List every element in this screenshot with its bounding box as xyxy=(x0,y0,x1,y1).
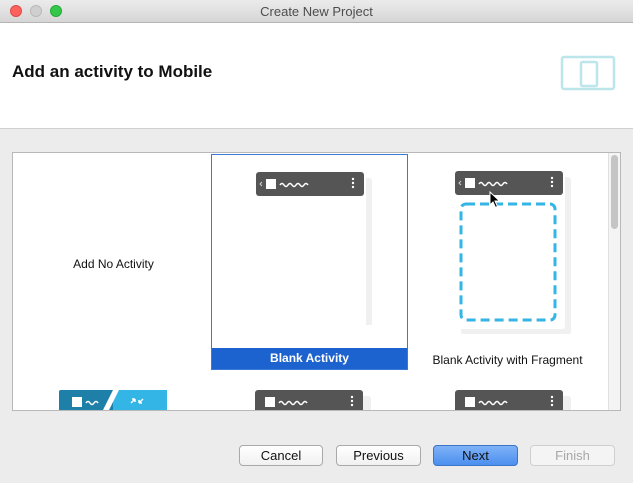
template-label: Add No Activity xyxy=(73,257,154,271)
previous-button[interactable]: Previous xyxy=(336,445,421,466)
window-title: Create New Project xyxy=(260,4,373,19)
title-bar: Create New Project xyxy=(0,0,633,23)
template-row2-col1[interactable] xyxy=(15,371,212,410)
template-label: Blank Activity xyxy=(212,348,407,369)
template-blank-activity-with-fragment[interactable]: Blank Activity with Fragment xyxy=(409,154,606,370)
page-title: Add an activity to Mobile xyxy=(12,62,213,81)
finish-button[interactable]: Finish xyxy=(530,445,615,466)
mouse-pointer-icon xyxy=(489,191,501,209)
row2-col3-preview xyxy=(455,390,571,410)
template-row2-col3[interactable] xyxy=(409,371,606,410)
template-label: Blank Activity with Fragment xyxy=(432,353,583,367)
phone-tablet-icon xyxy=(560,55,616,91)
activity-gallery: Add No Activity Blank Activity Blank Act… xyxy=(12,152,621,411)
scrollbar-thumb[interactable] xyxy=(611,155,618,229)
template-add-no-activity[interactable]: Add No Activity xyxy=(15,154,212,370)
create-project-window: Create New Project Add an activity to Mo… xyxy=(0,0,633,483)
next-button[interactable]: Next xyxy=(433,445,518,466)
cancel-button[interactable]: Cancel xyxy=(239,445,323,466)
template-blank-activity[interactable]: Blank Activity xyxy=(211,154,408,370)
wizard-header: Add an activity to Mobile xyxy=(0,23,633,129)
blank-activity-preview xyxy=(256,172,372,325)
template-row2-col2[interactable] xyxy=(211,371,408,410)
gallery-scrollbar[interactable] xyxy=(608,153,620,410)
row2-col2-preview xyxy=(255,390,371,410)
row2-col1-preview xyxy=(59,390,167,410)
fragment-activity-preview xyxy=(455,171,571,334)
